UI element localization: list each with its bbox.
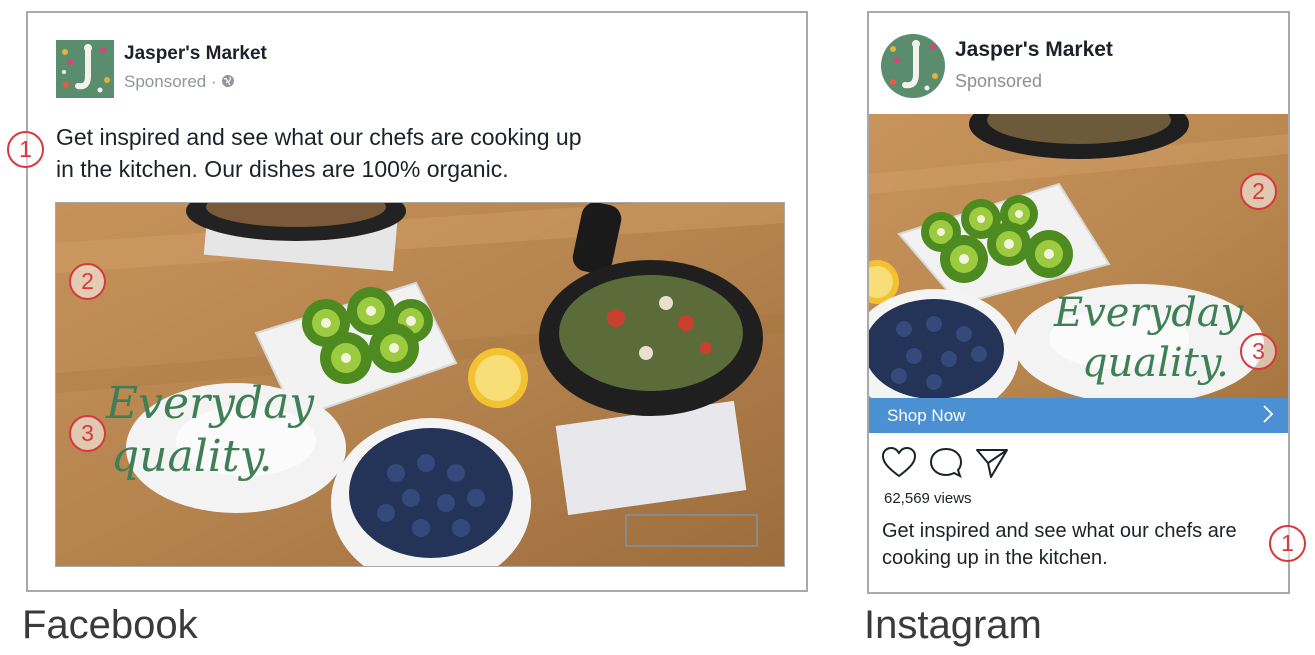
- chevron-right-icon: [1262, 403, 1274, 430]
- marker-image: 2: [69, 263, 106, 300]
- page-avatar[interactable]: [56, 40, 114, 98]
- platform-label-instagram: Instagram: [864, 603, 1042, 647]
- views-count: 62,569 views: [884, 490, 972, 507]
- shop-now-label: Shop Now: [887, 406, 966, 425]
- overlay-text: Everyday: [1053, 290, 1245, 336]
- heart-icon[interactable]: [881, 446, 917, 484]
- marker-overlay: 3: [1240, 333, 1277, 370]
- ad-image[interactable]: Everyday quality.: [55, 202, 785, 567]
- comment-icon[interactable]: [929, 447, 963, 484]
- ad-primary-text: Get inspired and see what our chefs are …: [56, 121, 656, 185]
- marker-image: 2: [1240, 173, 1277, 210]
- overlay-text: quality.: [1082, 340, 1229, 386]
- marker-overlay: 3: [69, 415, 106, 452]
- ad-caption: Get inspired and see what our chefs are …: [882, 518, 1272, 572]
- caption-line: cooking up in the kitchen.: [882, 547, 1108, 569]
- overlay-text: quality.: [111, 431, 273, 482]
- sponsored-text: Sponsored ·: [124, 72, 222, 91]
- ad-text-line: Get inspired and see what our chefs are …: [56, 124, 582, 150]
- page-name[interactable]: Jasper's Market: [955, 38, 1113, 62]
- sponsored-label: Sponsored ·: [124, 72, 235, 92]
- instagram-ad-card: Jasper's Market Sponsored Everyday quali…: [867, 11, 1290, 594]
- cta-button-placeholder[interactable]: [625, 514, 758, 547]
- ad-image[interactable]: Everyday quality.: [869, 114, 1288, 398]
- sponsored-label: Sponsored: [955, 71, 1043, 91]
- ad-text-line: in the kitchen. Our dishes are 100% orga…: [56, 156, 509, 182]
- globe-icon: [221, 72, 235, 91]
- share-icon[interactable]: [975, 447, 1009, 484]
- marker-text: 1: [7, 131, 44, 168]
- caption-line: Get inspired and see what our chefs are: [882, 520, 1237, 542]
- page-name[interactable]: Jasper's Market: [124, 43, 267, 65]
- overlay-text: Everyday: [105, 378, 315, 429]
- page-avatar[interactable]: [881, 34, 945, 98]
- platform-label-facebook: Facebook: [22, 603, 198, 647]
- marker-text: 1: [1269, 525, 1306, 562]
- facebook-ad-card: Jasper's Market Sponsored · Get inspired…: [26, 11, 808, 592]
- shop-now-button[interactable]: Shop Now: [869, 398, 1288, 433]
